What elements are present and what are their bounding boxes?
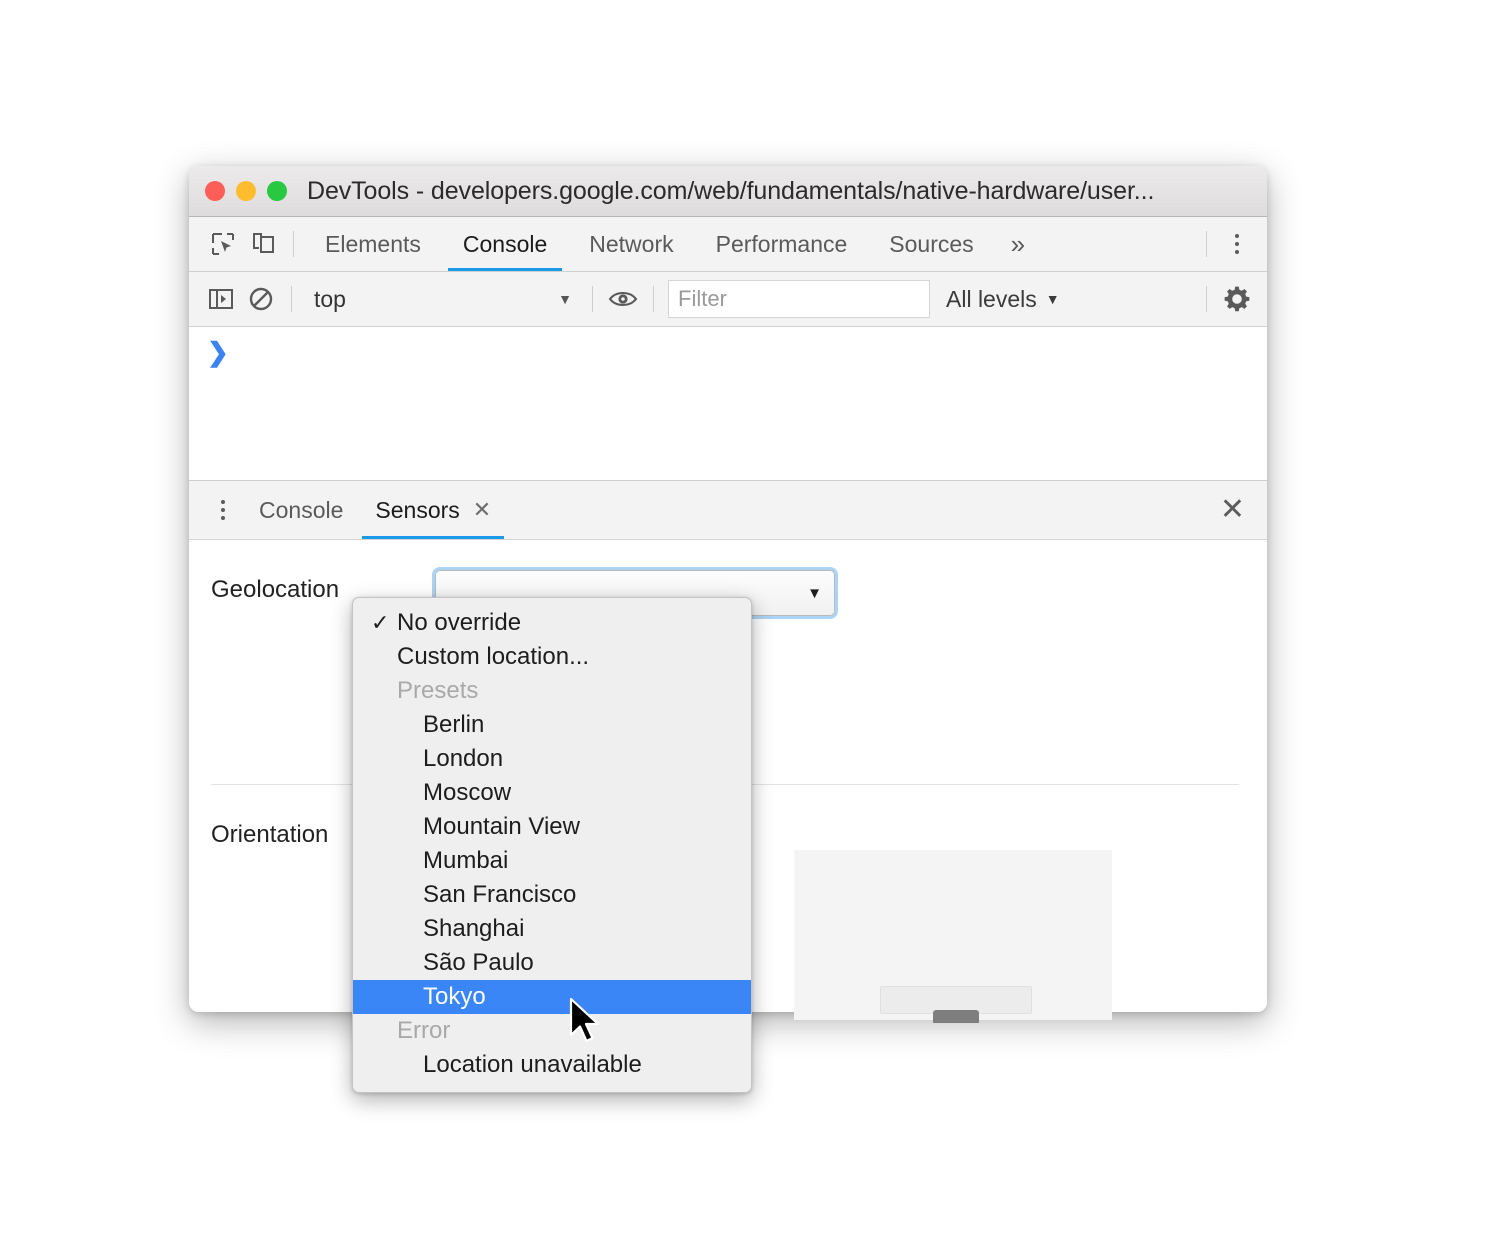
device-toolbar-icon[interactable] xyxy=(243,224,283,264)
console-toolbar-divider-4 xyxy=(1206,286,1207,312)
dropdown-item-tokyo[interactable]: Tokyo xyxy=(353,980,751,1014)
chevron-down-icon: ▼ xyxy=(1045,291,1060,307)
chevron-down-icon: ▼ xyxy=(807,584,822,602)
tab-console[interactable]: Console xyxy=(442,217,568,271)
toolbar-divider-right xyxy=(1206,231,1207,257)
more-tabs-chevron-icon[interactable]: » xyxy=(995,217,1041,271)
minimize-window-button[interactable] xyxy=(236,181,256,201)
toolbar-divider xyxy=(293,231,294,257)
dropdown-item-label: San Francisco xyxy=(423,881,577,908)
dropdown-item-label: São Paulo xyxy=(423,949,534,976)
more-tabs-label: » xyxy=(1010,228,1026,259)
orientation-preview-stage[interactable] xyxy=(794,850,1112,1020)
close-drawer-icon[interactable]: ✕ xyxy=(1214,491,1251,529)
close-window-button[interactable] xyxy=(205,181,225,201)
settings-gear-icon[interactable] xyxy=(1217,279,1257,319)
tab-label: Console xyxy=(462,230,548,257)
log-level-selector[interactable]: All levels ▼ xyxy=(946,286,1060,313)
kebab-menu-icon[interactable] xyxy=(1217,224,1257,264)
execution-context-value: top xyxy=(314,285,346,312)
dropdown-item-label: Tokyo xyxy=(423,983,486,1010)
window-title: DevTools - developers.google.com/web/fun… xyxy=(307,176,1155,205)
clear-console-icon[interactable] xyxy=(241,279,281,319)
dropdown-item-label: Moscow xyxy=(423,779,512,806)
dropdown-item-label: Custom location... xyxy=(397,643,590,670)
dropdown-item-shanghai[interactable]: Shanghai xyxy=(353,912,751,946)
execution-context-selector[interactable]: top ▼ xyxy=(302,282,582,316)
dropdown-group-error: Error xyxy=(353,1014,751,1048)
chevron-down-icon: ▼ xyxy=(558,291,572,307)
console-toolbar-divider-3 xyxy=(653,286,654,312)
main-tabs: Elements Console Network Performance Sou… xyxy=(304,217,1041,271)
dropdown-item-label: Mountain View xyxy=(423,813,580,840)
filter-input[interactable]: Filter xyxy=(668,280,930,318)
dropdown-group-presets: Presets xyxy=(353,674,751,708)
orientation-device-box[interactable] xyxy=(880,986,1032,1014)
console-toolbar-divider-2 xyxy=(592,286,593,312)
window-titlebar: DevTools - developers.google.com/web/fun… xyxy=(189,166,1267,217)
devtools-main-tabbar: Elements Console Network Performance Sou… xyxy=(189,217,1267,272)
console-prompt-chevron-icon: ❯ xyxy=(207,337,229,367)
console-toolbar: top ▼ Filter All levels ▼ xyxy=(189,272,1267,327)
drawer-tab-label: Console xyxy=(259,496,344,523)
console-toolbar-divider-1 xyxy=(291,286,292,312)
dropdown-item-moscow[interactable]: Moscow xyxy=(353,776,751,810)
drawer-tab-console[interactable]: Console xyxy=(243,481,359,539)
dropdown-item-label: Berlin xyxy=(423,711,485,738)
tab-label: Sources xyxy=(889,230,974,257)
tab-network[interactable]: Network xyxy=(568,217,694,271)
drawer-tab-sensors[interactable]: Sensors ✕ xyxy=(359,481,507,539)
dropdown-item-mumbai[interactable]: Mumbai xyxy=(353,844,751,878)
log-level-value: All levels xyxy=(946,285,1037,312)
drawer-tabbar: Console Sensors ✕ ✕ xyxy=(189,480,1267,540)
tab-label: Performance xyxy=(715,230,848,257)
drawer-kebab-icon[interactable] xyxy=(203,490,243,530)
dropdown-item-custom-location[interactable]: Custom location... xyxy=(353,640,751,674)
dropdown-item-berlin[interactable]: Berlin xyxy=(353,708,751,742)
tab-sources[interactable]: Sources xyxy=(868,217,994,271)
console-sidebar-icon[interactable] xyxy=(201,279,241,319)
dropdown-item-london[interactable]: London xyxy=(353,742,751,776)
dropdown-item-label: London xyxy=(423,745,504,772)
zoom-window-button[interactable] xyxy=(267,181,287,201)
dropdown-item-san-francisco[interactable]: San Francisco xyxy=(353,878,751,912)
dropdown-group-label: Error xyxy=(397,1017,451,1044)
dropdown-item-sao-paulo[interactable]: São Paulo xyxy=(353,946,751,980)
tab-performance[interactable]: Performance xyxy=(695,217,869,271)
dropdown-item-no-override[interactable]: ✓ No override xyxy=(353,606,751,640)
dropdown-group-label: Presets xyxy=(397,677,479,704)
check-icon: ✓ xyxy=(371,610,390,635)
tab-label: Network xyxy=(589,230,674,257)
create-live-expression-icon[interactable] xyxy=(603,279,643,319)
dropdown-item-label: Location unavailable xyxy=(423,1051,642,1078)
console-output-area[interactable]: ❯ xyxy=(189,327,1267,480)
tab-label: Elements xyxy=(325,230,421,257)
geolocation-dropdown-menu: ✓ No override Custom location... Presets… xyxy=(352,597,752,1093)
dropdown-item-label: No override xyxy=(397,609,522,636)
inspect-element-icon[interactable] xyxy=(203,224,243,264)
drawer-tab-label: Sensors xyxy=(375,496,460,523)
dropdown-item-location-unavailable[interactable]: Location unavailable xyxy=(353,1048,751,1082)
traffic-lights xyxy=(205,181,287,201)
tab-elements[interactable]: Elements xyxy=(304,217,442,271)
close-sensors-tab-icon[interactable]: ✕ xyxy=(473,499,491,521)
dropdown-item-mountain-view[interactable]: Mountain View xyxy=(353,810,751,844)
dropdown-item-label: Mumbai xyxy=(423,847,509,874)
dropdown-item-label: Shanghai xyxy=(423,915,525,942)
